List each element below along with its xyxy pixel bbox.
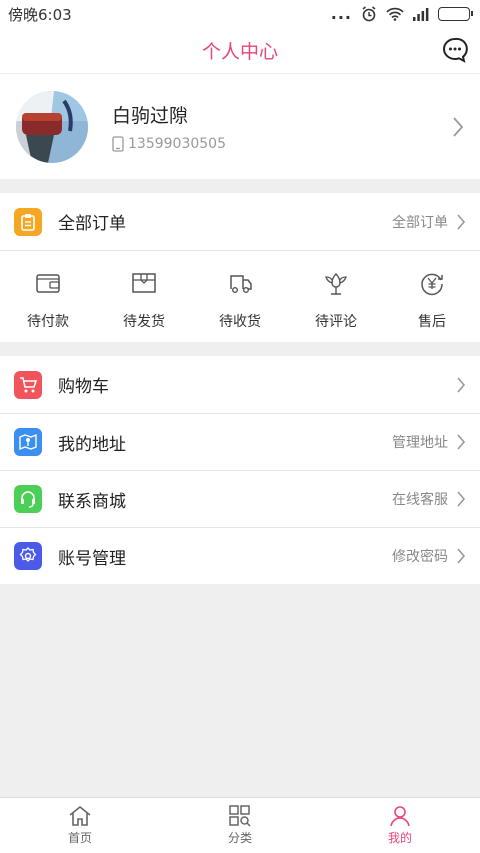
tab-home[interactable]: 首页	[0, 798, 160, 853]
order-after-sales[interactable]: 售后	[384, 251, 480, 342]
order-pending-review[interactable]: 待评论	[288, 251, 384, 342]
order-item-label: 待收货	[219, 314, 261, 330]
menu-label: 我的地址	[58, 434, 126, 455]
order-pending-receipt[interactable]: 待收货	[192, 251, 288, 342]
page-title: 个人中心	[201, 41, 278, 63]
category-icon	[229, 805, 251, 827]
user-icon	[390, 806, 410, 827]
menu-right-text: 在线客服	[392, 492, 448, 508]
menu-label: 购物车	[58, 377, 109, 397]
avatar[interactable]	[16, 90, 88, 163]
menu-row-account[interactable]: 账号管理 修改密码	[0, 527, 480, 584]
status-bar: 傍晚6:03 ...	[0, 0, 480, 28]
menu-row-address[interactable]: 我的地址 管理地址	[0, 413, 480, 470]
chevron-right-icon	[457, 434, 466, 450]
all-orders-label: 全部订单	[58, 214, 126, 234]
signal-icon	[413, 7, 429, 21]
cart-icon	[14, 370, 42, 399]
bottom-tabbar: 首页 分类 我的	[0, 797, 480, 853]
order-pending-shipment[interactable]: 待发货	[96, 251, 192, 342]
profile-phone: 13599030505	[128, 136, 226, 152]
menu-label: 联系商城	[58, 491, 126, 512]
headset-icon	[14, 485, 42, 513]
order-item-label: 待评论	[315, 314, 357, 330]
chevron-right-icon	[457, 548, 466, 564]
yuan-refund-icon	[421, 273, 443, 296]
map-icon	[14, 428, 42, 456]
order-pending-payment[interactable]: 待付款	[0, 251, 96, 342]
nav-bar: 个人中心	[0, 28, 480, 74]
tab-mine[interactable]: 我的	[320, 798, 480, 853]
all-orders-link[interactable]: 全部订单	[392, 212, 466, 232]
tab-label: 我的	[387, 831, 412, 845]
profile-card[interactable]: 白驹过隙 13599030505	[0, 74, 480, 179]
menu-right-text: 管理地址	[392, 435, 448, 451]
order-item-label: 售后	[418, 314, 446, 330]
truck-icon	[230, 275, 252, 294]
menu-right: 修改密码	[392, 546, 466, 566]
all-orders-row[interactable]: 全部订单 全部订单	[0, 193, 480, 250]
tab-label: 分类	[227, 831, 252, 845]
more-dots: ...	[330, 4, 352, 23]
gear-icon	[14, 542, 42, 570]
wifi-icon	[386, 7, 404, 21]
order-item-label: 待发货	[123, 314, 165, 330]
profile-name: 白驹过隙	[112, 105, 189, 127]
order-status-bar: 待付款 待发货 待收货 待评论 售后	[0, 250, 480, 342]
menu-right-text: 修改密码	[392, 549, 448, 565]
battery-icon	[438, 7, 473, 21]
section-gap	[0, 179, 480, 193]
message-icon[interactable]	[442, 37, 468, 63]
chevron-right-icon	[453, 116, 464, 137]
menu-right	[448, 376, 466, 394]
flower-icon	[325, 273, 347, 295]
profile-info: 白驹过隙 13599030505	[112, 101, 226, 152]
menu-label: 账号管理	[58, 548, 126, 569]
order-item-label: 待付款	[27, 314, 69, 330]
alarm-icon	[362, 6, 376, 22]
chevron-right-icon	[457, 491, 466, 507]
chevron-right-icon	[457, 213, 466, 230]
menu-row-cart[interactable]: 购物车	[0, 356, 480, 413]
tab-label: 首页	[67, 831, 92, 845]
profile-phone-row: 13599030505	[112, 136, 226, 152]
menu-row-contact[interactable]: 联系商城 在线客服	[0, 470, 480, 527]
package-icon	[132, 273, 156, 293]
wallet-icon	[36, 274, 60, 293]
clipboard-icon	[14, 207, 42, 236]
chevron-right-icon	[457, 376, 466, 393]
status-time: 傍晚6:03	[8, 5, 72, 24]
menu-right: 在线客服	[392, 489, 466, 509]
all-orders-link-text: 全部订单	[392, 214, 448, 231]
menu-right: 管理地址	[392, 432, 466, 452]
tab-category[interactable]: 分类	[160, 798, 320, 853]
status-icons: ...	[330, 4, 473, 23]
home-icon	[69, 805, 91, 826]
section-gap	[0, 342, 480, 356]
phone-icon	[112, 136, 124, 152]
